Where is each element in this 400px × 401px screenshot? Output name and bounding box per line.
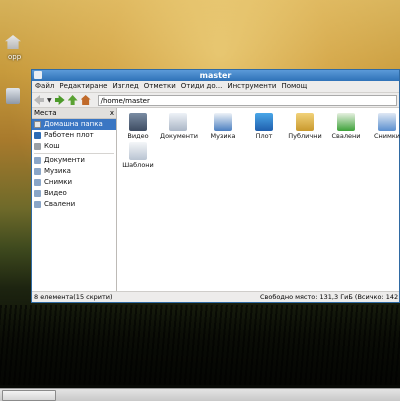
sidebar-item-label: Музика	[44, 167, 71, 175]
sidebar-item-desktop[interactable]: Работен плот	[32, 130, 116, 141]
folder-icon	[34, 190, 41, 197]
file-item-label: Музика	[210, 132, 236, 140]
wallpaper-grass	[0, 305, 400, 385]
file-manager-window: master Файл Редактиране Изглед Отметки О…	[31, 69, 400, 303]
app-icon	[34, 71, 42, 79]
sidebar-item-documents[interactable]: Документи	[32, 155, 116, 166]
sidebar-item-label: Видео	[44, 189, 67, 197]
home-folder-icon	[34, 121, 41, 128]
sidebar-item-label: Документи	[44, 156, 85, 164]
file-item-documents[interactable]: Документи	[160, 113, 198, 140]
folder-icon	[34, 168, 41, 175]
desktop-icon	[34, 132, 41, 139]
file-item-label: Публични	[288, 132, 322, 140]
file-item-label: Шаблони	[122, 161, 154, 169]
menu-bar: Файл Редактиране Изглед Отметки Отиди до…	[32, 81, 399, 93]
sidebar-item-label: Домашна папка	[44, 120, 103, 128]
menu-bookmarks[interactable]: Отметки	[144, 81, 176, 92]
taskbar	[0, 388, 400, 401]
downloads-folder-icon	[337, 113, 355, 131]
sidebar-item-label: Работен плот	[44, 131, 94, 139]
menu-go[interactable]: Отиди до...	[181, 81, 223, 92]
menu-edit[interactable]: Редактиране	[59, 81, 107, 92]
trash-icon	[34, 143, 41, 150]
back-arrow-icon[interactable]	[34, 95, 44, 105]
file-item-downloads[interactable]: Свалени	[328, 113, 364, 140]
desktop-drive-icon[interactable]	[0, 88, 26, 104]
menu-view[interactable]: Изглед	[112, 81, 138, 92]
menu-help[interactable]: Помощ	[281, 81, 307, 92]
taskbar-window-button[interactable]	[2, 390, 56, 401]
file-item-label: Свалени	[331, 132, 361, 140]
menu-file[interactable]: Файл	[35, 81, 54, 92]
home-icon[interactable]	[80, 95, 91, 105]
file-view: Видео Документи Музика Плот Публични Сва…	[117, 108, 400, 292]
status-free-space: Свободно място: 131,3 ГиБ (Всичко: 142	[260, 293, 399, 301]
pictures-folder-icon	[378, 113, 396, 131]
drive-icon	[6, 88, 20, 104]
sidebar-item-videos[interactable]: Видео	[32, 188, 116, 199]
sidebar-item-label: Снимки	[44, 178, 73, 186]
templates-folder-icon	[129, 142, 147, 160]
video-folder-icon	[129, 113, 147, 131]
folder-icon	[34, 201, 41, 208]
desktop-folder-icon	[255, 113, 273, 131]
sidebar-item-music[interactable]: Музика	[32, 166, 116, 177]
file-item-label: Видео	[127, 132, 149, 140]
forward-arrow-icon[interactable]	[54, 95, 65, 105]
toolbar: ▼ /home/master	[32, 93, 399, 108]
location-field[interactable]: /home/master	[97, 94, 397, 106]
sidebar-item-home[interactable]: Домашна папка	[32, 119, 116, 130]
file-item-templates[interactable]: Шаблони	[120, 142, 156, 169]
up-arrow-icon[interactable]	[67, 95, 78, 105]
menu-tools[interactable]: Инструменти	[227, 81, 276, 92]
file-item-videos[interactable]: Видео	[120, 113, 156, 140]
file-item-label: Плот	[255, 132, 273, 140]
folder-icon	[34, 157, 41, 164]
status-item-count: 8 елемента(15 скрити)	[34, 293, 113, 301]
sidebar-item-downloads[interactable]: Свалени	[32, 199, 116, 210]
desktop-home-icon[interactable]: орр	[0, 35, 26, 61]
folder-icon	[34, 179, 41, 186]
sidebar-item-label: Кош	[44, 142, 60, 150]
desktop-icon-label: орр	[8, 53, 22, 61]
back-dropdown-icon[interactable]: ▼	[47, 97, 52, 104]
sidebar-header: Места x	[32, 108, 116, 119]
content-area: Места x Домашна папка Работен плот Кош Д…	[32, 108, 400, 292]
file-item-label: Снимки	[373, 132, 400, 140]
sidebar-title: Места	[34, 109, 57, 117]
sidebar: Места x Домашна папка Работен плот Кош Д…	[32, 108, 117, 292]
sidebar-item-trash[interactable]: Кош	[32, 141, 116, 152]
file-item-desktop[interactable]: Плот	[246, 113, 282, 140]
music-folder-icon	[214, 113, 232, 131]
documents-folder-icon	[169, 113, 187, 131]
file-item-public[interactable]: Публични	[287, 113, 323, 140]
public-folder-icon	[296, 113, 314, 131]
file-item-label: Документи	[160, 132, 198, 140]
window-title: master	[199, 71, 232, 80]
sidebar-divider	[34, 153, 114, 154]
status-bar: 8 елемента(15 скрити) Свободно място: 13…	[32, 291, 399, 302]
file-item-pictures[interactable]: Снимки	[369, 113, 400, 140]
home-icon	[5, 35, 21, 49]
window-titlebar[interactable]: master	[32, 70, 399, 81]
file-item-music[interactable]: Музика	[205, 113, 241, 140]
sidebar-item-pictures[interactable]: Снимки	[32, 177, 116, 188]
close-icon[interactable]: x	[110, 108, 114, 118]
sidebar-item-label: Свалени	[44, 200, 76, 208]
